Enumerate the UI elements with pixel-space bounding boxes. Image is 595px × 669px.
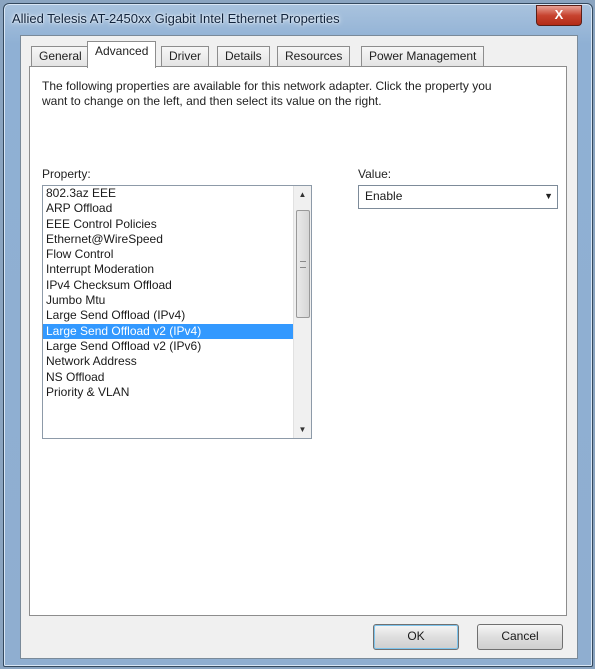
- chevron-down-icon[interactable]: ▼: [544, 191, 553, 201]
- property-list-item[interactable]: NS Offload: [43, 370, 293, 385]
- property-list-item[interactable]: Large Send Offload v2 (IPv4): [43, 323, 293, 339]
- property-list-item[interactable]: Ethernet@WireSpeed: [43, 232, 293, 247]
- value-label: Value:: [358, 167, 392, 181]
- tab-power-management[interactable]: Power Management: [361, 46, 485, 67]
- tab-advanced[interactable]: Advanced: [87, 41, 157, 68]
- tab-details[interactable]: Details: [217, 46, 270, 67]
- grip-icon: [300, 261, 306, 268]
- window-title: Allied Telesis AT-2450xx Gigabit Intel E…: [12, 11, 340, 26]
- property-list-item[interactable]: Large Send Offload (IPv4): [43, 308, 293, 323]
- scroll-up-icon[interactable]: ▲: [294, 186, 311, 203]
- tab-driver[interactable]: Driver: [161, 46, 209, 67]
- close-button[interactable]: X: [536, 5, 582, 26]
- tab-resources[interactable]: Resources: [277, 46, 351, 67]
- property-list: 802.3az EEE ARP Offload EEE Control Polici…: [43, 186, 293, 400]
- property-label: Property:: [42, 167, 91, 181]
- listbox-scrollbar[interactable]: ▲ ▼: [293, 186, 311, 438]
- tab-strip: General Advanced Driver Details Resource…: [31, 40, 571, 68]
- property-list-item[interactable]: Priority & VLAN: [43, 385, 293, 400]
- scroll-down-icon[interactable]: ▼: [294, 421, 311, 438]
- property-listbox[interactable]: 802.3az EEE ARP Offload EEE Control Polici…: [42, 185, 312, 439]
- property-list-item[interactable]: Jumbo Mtu: [43, 293, 293, 308]
- property-list-item[interactable]: Flow Control: [43, 247, 293, 262]
- value-dropdown[interactable]: Enable ▼: [358, 185, 558, 209]
- property-list-item[interactable]: IPv4 Checksum Offload: [43, 278, 293, 293]
- property-list-item[interactable]: Network Address: [43, 354, 293, 369]
- properties-dialog: Allied Telesis AT-2450xx Gigabit Intel E…: [3, 3, 593, 667]
- property-list-item[interactable]: Interrupt Moderation: [43, 262, 293, 277]
- scroll-thumb[interactable]: [296, 210, 310, 318]
- cancel-button[interactable]: Cancel: [477, 624, 563, 650]
- description-text: The following properties are available f…: [42, 79, 492, 108]
- dialog-client-area: General Advanced Driver Details Resource…: [20, 35, 578, 659]
- property-list-item[interactable]: 802.3az EEE: [43, 186, 293, 201]
- value-dropdown-selected: Enable: [365, 189, 403, 203]
- property-list-item[interactable]: ARP Offload: [43, 201, 293, 216]
- tab-general[interactable]: General: [31, 46, 90, 67]
- property-list-item[interactable]: Large Send Offload v2 (IPv6): [43, 339, 293, 354]
- property-list-item[interactable]: EEE Control Policies: [43, 217, 293, 232]
- ok-button[interactable]: OK: [373, 624, 459, 650]
- title-bar: Allied Telesis AT-2450xx Gigabit Intel E…: [4, 4, 592, 34]
- advanced-tab-panel: The following properties are available f…: [29, 66, 567, 616]
